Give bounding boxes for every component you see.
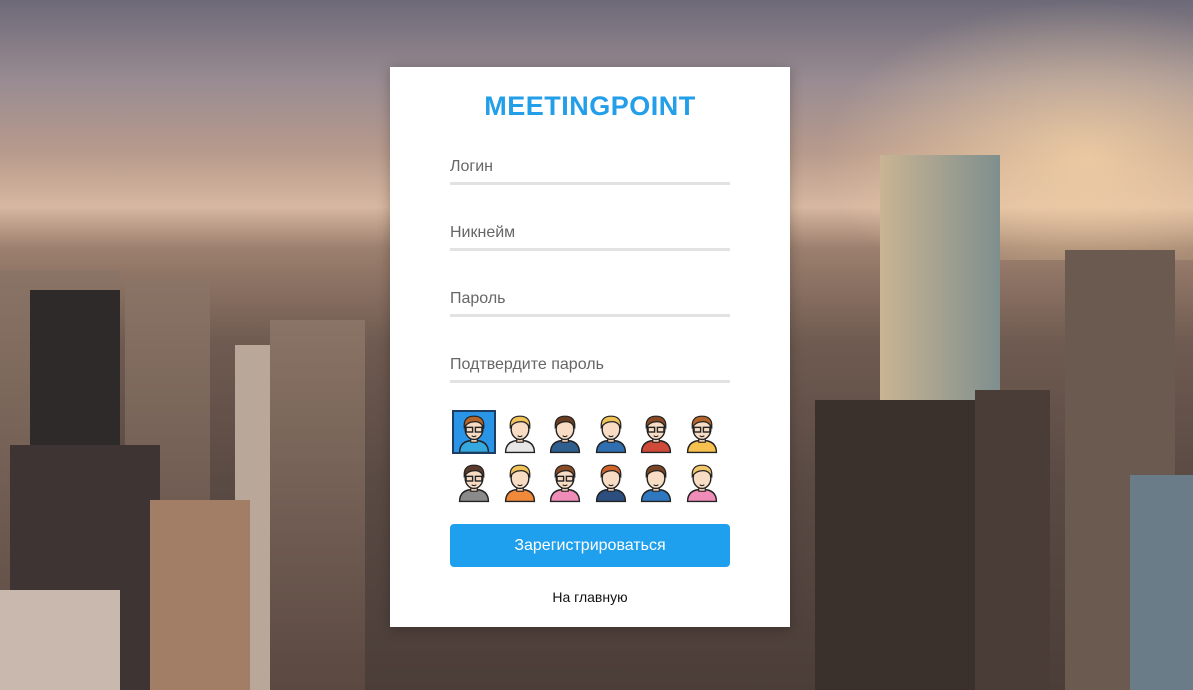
avatar-option[interactable] (452, 410, 496, 454)
avatar-option[interactable] (498, 459, 542, 503)
registration-card: MEETINGPOINT Логин Никнейм Зарегистриров… (390, 67, 790, 627)
avatar-icon (595, 464, 626, 503)
home-link[interactable]: На главную (390, 589, 790, 605)
password-input[interactable] (450, 283, 730, 317)
avatar-icon (640, 464, 672, 503)
avatar-icon (504, 464, 535, 503)
avatar-option[interactable] (680, 459, 724, 503)
avatar-option[interactable] (452, 459, 496, 503)
avatar-picker (452, 410, 725, 503)
avatar-option[interactable] (543, 410, 587, 454)
avatar-icon (640, 415, 672, 454)
nickname-input[interactable] (450, 217, 730, 251)
register-button[interactable]: Зарегистрироваться (450, 524, 730, 567)
avatar-icon (549, 464, 581, 503)
avatar-option[interactable] (634, 459, 678, 503)
avatar-icon (595, 415, 626, 454)
avatar-option[interactable] (634, 410, 678, 454)
avatar-icon (458, 464, 490, 503)
avatar-option[interactable] (498, 410, 542, 454)
login-input[interactable] (450, 151, 730, 185)
app-title: MEETINGPOINT (484, 91, 696, 121)
avatar-option[interactable] (589, 459, 633, 503)
avatar-icon (458, 415, 490, 454)
confirm-password-input[interactable] (450, 349, 730, 383)
avatar-option[interactable] (589, 410, 633, 454)
avatar-option[interactable] (680, 410, 724, 454)
avatar-icon (504, 415, 535, 454)
avatar-option[interactable] (543, 459, 587, 503)
avatar-icon (686, 415, 717, 454)
avatar-icon (686, 464, 717, 503)
avatar-icon (549, 415, 581, 454)
